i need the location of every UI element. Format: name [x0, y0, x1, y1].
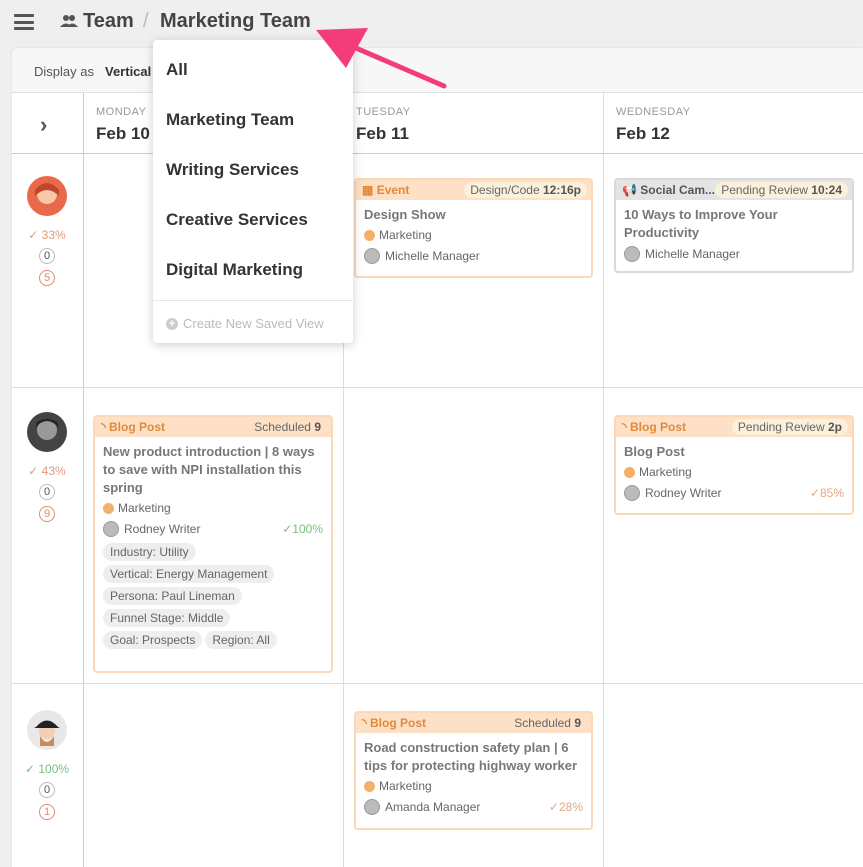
avatar — [364, 799, 380, 815]
category-dot-icon — [103, 502, 114, 514]
plus-icon: + — [166, 317, 178, 330]
calendar-icon: ▦ — [362, 183, 374, 197]
status-badge: Design/Code 12:16p — [464, 182, 587, 198]
progress-percent: ✓ 43% — [28, 464, 66, 478]
progress-check: ✓28% — [548, 800, 583, 814]
category-dot-icon — [624, 466, 635, 478]
count-badge: 9 — [39, 506, 55, 522]
tag[interactable]: Region: All — [205, 631, 277, 649]
status-badge: Scheduled 9 — [254, 420, 321, 434]
card-title: Blog Post — [624, 444, 685, 459]
avatar — [103, 521, 119, 537]
avatar[interactable] — [27, 412, 67, 452]
dropdown-divider — [153, 300, 353, 301]
annotation-arrow-icon — [316, 28, 447, 89]
megaphone-icon: 📢 — [622, 183, 637, 197]
person-row-3: ✓ 100% 0 1 — [12, 710, 82, 820]
create-saved-view-button[interactable]: + Create New Saved View — [166, 316, 324, 331]
avatar[interactable] — [27, 176, 67, 216]
rss-icon: ◝ — [362, 716, 367, 730]
status-badge: Pending Review 2p — [731, 419, 848, 435]
category-dot-icon — [364, 780, 375, 792]
tag-list: Industry: Utility Vertical: Energy Manag… — [103, 539, 323, 649]
count-badge: 0 — [39, 484, 55, 500]
person-row-1: ✓ 33% 0 5 — [12, 176, 82, 286]
avatar — [624, 485, 640, 501]
avatar — [364, 248, 380, 264]
rss-icon: ◝ — [101, 420, 106, 434]
grid-divider — [83, 93, 84, 867]
tag[interactable]: Persona: Paul Lineman — [103, 587, 242, 605]
grid-divider — [12, 153, 863, 154]
progress-percent: ✓ 33% — [28, 228, 66, 242]
rss-icon: ◝ — [622, 420, 627, 434]
count-badge: 5 — [39, 270, 55, 286]
progress-percent: ✓ 100% — [24, 762, 70, 776]
tag[interactable]: Industry: Utility — [103, 543, 196, 561]
grid-divider — [603, 93, 604, 867]
status-badge: Scheduled 9 — [514, 716, 581, 730]
progress-check: ✓85% — [809, 486, 844, 500]
card-title: 10 Ways to Improve Your Productivity — [624, 207, 778, 240]
card-blog-post[interactable]: ◝ Blog Post Scheduled 9 Road constructio… — [354, 711, 593, 830]
dropdown-item-digital-marketing[interactable]: Digital Marketing — [166, 260, 303, 280]
dropdown-item-writing-services[interactable]: Writing Services — [166, 160, 299, 180]
card-blog-post[interactable]: ◝ Blog Post Scheduled 9 New product intr… — [93, 415, 333, 673]
count-badge: 0 — [39, 248, 55, 264]
card-blog-post[interactable]: ◝ Blog Post Pending Review 2p Blog Post … — [614, 415, 854, 515]
tag[interactable]: Funnel Stage: Middle — [103, 609, 231, 627]
avatar[interactable] — [27, 710, 67, 750]
status-badge: Pending Review 10:24 — [715, 182, 848, 198]
card-event[interactable]: ▦ Event Design/Code 12:16p Design Show M… — [354, 178, 593, 278]
count-badge: 0 — [39, 782, 55, 798]
card-social-campaign[interactable]: 📢 Social Cam... Pending Review 10:24 10 … — [614, 178, 854, 273]
person-row-2: ✓ 43% 0 9 — [12, 412, 82, 522]
dropdown-item-creative-services[interactable]: Creative Services — [166, 210, 308, 230]
tag[interactable]: Goal: Prospects — [103, 631, 203, 649]
category-dot-icon — [364, 229, 375, 241]
grid-divider — [12, 387, 863, 388]
progress-check: ✓100% — [282, 522, 323, 536]
card-title: Design Show — [364, 207, 446, 222]
grid-divider — [12, 683, 863, 684]
card-title: Road construction safety plan | 6 tips f… — [364, 740, 578, 773]
count-badge: 1 — [39, 804, 55, 820]
avatar — [624, 246, 640, 262]
tag[interactable]: Vertical: Energy Management — [103, 565, 275, 583]
calendar-panel: Display as Vertical › MONDAY Feb 10 TUES… — [12, 48, 863, 867]
card-title: New product introduction | 8 ways to sav… — [103, 444, 315, 495]
